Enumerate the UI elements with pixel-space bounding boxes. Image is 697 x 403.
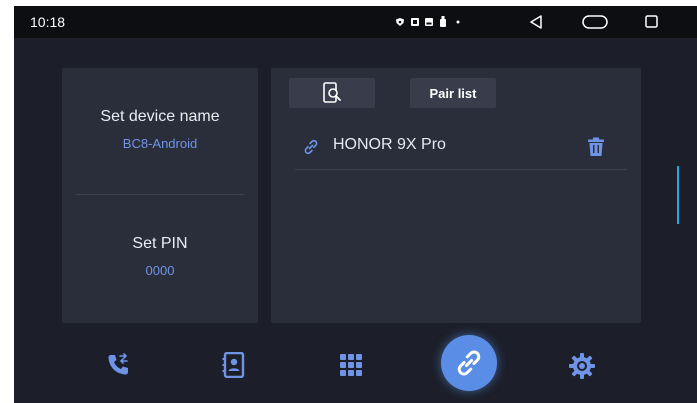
usb-icon	[440, 16, 446, 27]
shield-icon	[396, 18, 404, 26]
link-icon	[304, 139, 318, 155]
tab-search-devices[interactable]	[289, 78, 375, 108]
pin-value: 0000	[145, 263, 175, 278]
bottom-nav	[14, 331, 697, 403]
phone-search-icon	[323, 82, 341, 103]
paired-device-name: HONOR 9X Pro	[333, 136, 446, 153]
set-pin-item[interactable]: Set PIN 0000	[62, 195, 258, 323]
device-name-value: BC8-Android	[122, 136, 198, 151]
dialpad-icon[interactable]	[340, 354, 362, 376]
device-settings-panel: Set device name BC8-Android Set PIN 0000	[62, 68, 258, 323]
device-row-divider	[295, 169, 627, 170]
set-device-name-item[interactable]: Set device name BC8-Android	[62, 68, 258, 194]
back-icon[interactable]	[530, 15, 542, 29]
dot-icon	[456, 20, 460, 24]
scroll-indicator[interactable]	[677, 166, 679, 224]
paired-device-row[interactable]: HONOR 9X Pro	[295, 130, 627, 170]
pairing-panel: Pair list HONOR 9X Pro	[271, 68, 641, 323]
notification-icon	[411, 18, 419, 26]
trash-icon[interactable]	[587, 137, 605, 157]
set-pin-title: Set PIN	[132, 235, 188, 252]
tab-pair-list-label: Pair list	[429, 85, 477, 101]
app-screen: 10:18 Set device name BC8-Android Set PI…	[14, 6, 697, 403]
recents-icon[interactable]	[645, 15, 658, 28]
bluetooth-link-button[interactable]	[441, 335, 497, 391]
image-icon	[425, 18, 433, 26]
status-bar: 10:18	[14, 6, 697, 38]
settings-icon[interactable]	[569, 353, 595, 379]
tab-pair-list[interactable]: Pair list	[410, 78, 496, 108]
contacts-icon[interactable]	[222, 352, 246, 378]
home-icon[interactable]	[582, 15, 608, 29]
bluetooth-link-icon	[457, 350, 481, 376]
phone-transfer-icon[interactable]	[106, 353, 130, 377]
status-time: 10:18	[30, 14, 66, 30]
set-device-name-title: Set device name	[100, 108, 220, 125]
